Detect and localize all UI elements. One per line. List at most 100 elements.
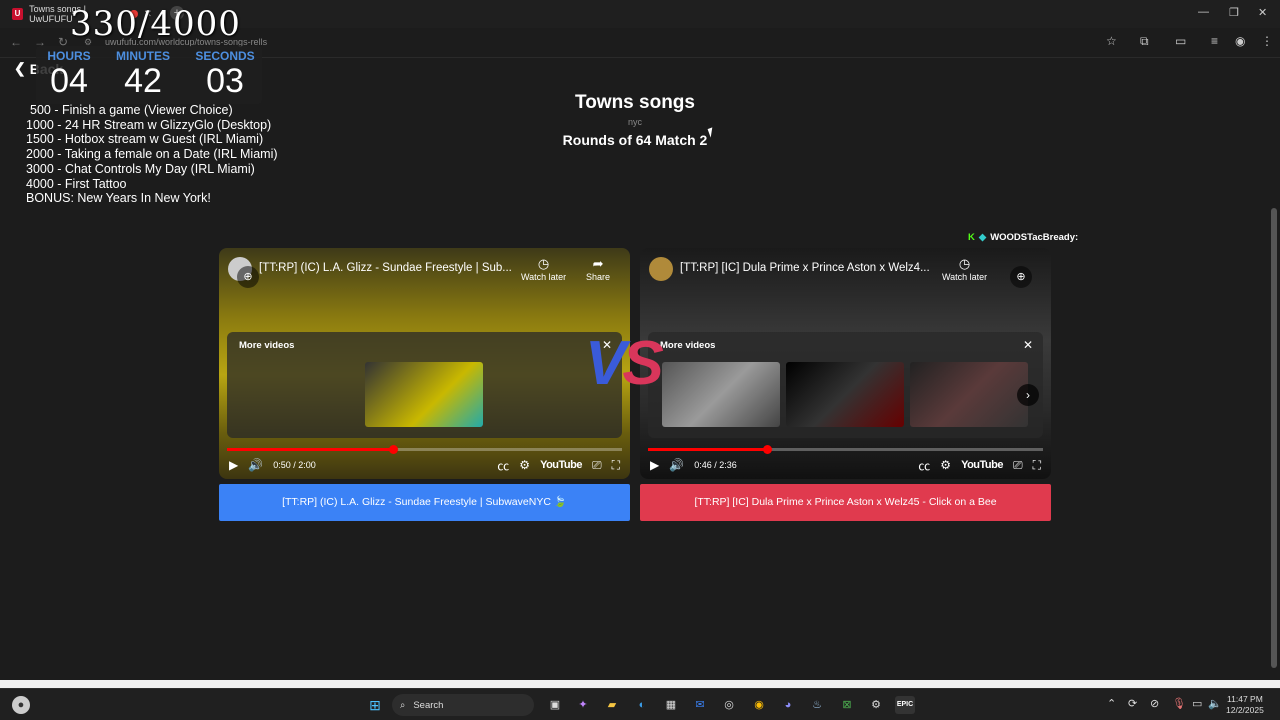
watch-later-button[interactable]: ◷ Watch later [521,256,566,282]
suggested-video-thumbnail[interactable] [365,362,483,427]
round-label: Rounds of 64 Match 2 [562,132,708,148]
chevron-up-icon[interactable]: ⌃ [1107,697,1116,710]
scrollbar-thumb[interactable] [1271,208,1277,668]
maximize-button[interactable]: ❐ [1229,6,1239,19]
settings-gear-icon[interactable]: ⚙ [519,458,530,472]
sub-goal-counter: 330/4000 [70,4,241,44]
uwufufu-favicon-icon: U [12,8,24,20]
sync-icon[interactable]: ⟳ [1128,697,1137,710]
search-label: Search [413,699,444,711]
cast-icon[interactable]: ⎚ [592,458,602,473]
split-view-icon[interactable]: ▭ [1175,34,1186,48]
back-arrow-icon[interactable]: ← [10,35,22,49]
watch-later-button[interactable]: ◷ Watch later [942,256,987,282]
profile-icon[interactable]: ◉ [1235,34,1245,48]
fullscreen-icon[interactable]: ⛶ [612,458,620,473]
gem-badge-icon: ◆ [978,232,987,243]
windows-taskbar: ● ⊞ ⌕ Search ▣ ✦ ▰ ◐ ▦ ✉ ◎ ◉ ◕ ♨ ⊠ ⚙ EPI… [0,688,1280,720]
match-heading: Towns songs nyc Rounds of 64 Match 2 [535,92,735,148]
store-icon[interactable]: ▦ [662,696,680,714]
goal-item: 3000 - Chat Controls My Day (IRL Miami) [26,161,255,176]
copilot-icon[interactable]: ✦ [574,696,592,714]
settings-gear-icon[interactable]: ⚙ [940,458,951,472]
windows-start-icon[interactable]: ⊞ [366,696,384,714]
chat-viewer-tag: K ◆ WOODSTacBready: [968,232,1078,243]
fullscreen-icon[interactable]: ⛶ [1033,458,1041,473]
suggested-video-thumbnail[interactable] [786,362,904,427]
display-icon[interactable]: ▭ [1192,697,1202,710]
suggested-video-thumbnail[interactable] [662,362,780,427]
youtube-logo[interactable]: YouTube [961,459,1003,471]
play-icon[interactable]: ▶ [229,458,238,472]
search-icon: ⌕ [400,699,406,711]
steam-icon[interactable]: ♨ [808,696,826,714]
volume-icon[interactable]: 🔊 [669,458,684,472]
epic-games-icon[interactable]: EPIC [895,696,915,714]
speaker-icon[interactable]: 🔈 [1208,697,1222,710]
zoom-in-icon[interactable]: ⊕ [237,266,259,288]
video-time: 0:50 / 2:00 [273,460,316,470]
choose-right-button[interactable]: [TT:RP] [IC] Dula Prime x Prince Aston x… [640,484,1051,521]
chevron-right-icon[interactable]: › [1017,384,1039,406]
xbox-icon[interactable]: ⊠ [838,696,856,714]
taskbar-search[interactable]: ⌕ Search [392,694,534,716]
video-player-right[interactable]: [TT:RP] [IC] Dula Prime x Prince Aston x… [640,248,1051,479]
video-time: 0:46 / 2:36 [694,460,737,470]
obs-icon[interactable]: ◎ [720,696,738,714]
player-controls: ▶ 🔊 0:50 / 2:00 ㏄ ⚙ YouTube ⎚ ⛶ [219,451,630,479]
goal-item: 1000 - 24 HR Stream w GlizzyGlo (Desktop… [26,117,272,132]
cast-icon[interactable]: ⎚ [1013,458,1023,473]
kick-icon: K [968,232,975,243]
timer-hours: HOURS 04 [47,49,91,100]
goal-item: 1500 - Hotbox stream w Guest (IRL Miami) [26,132,264,147]
task-view-icon[interactable]: ▣ [546,696,564,714]
clock-icon: ◷ [958,256,971,271]
vertical-scrollbar[interactable] [1270,58,1278,678]
goal-item: 2000 - Taking a female on a Date (IRL Mi… [26,147,278,162]
outlook-icon[interactable]: ✉ [691,696,709,714]
close-more-videos-icon[interactable]: ✕ [1023,338,1033,352]
horizontal-scrollbar[interactable] [0,680,1280,688]
microphone-icon[interactable]: 🎙 [1172,697,1186,710]
video-title[interactable]: [TT:RP] (IC) L.A. Glizz - Sundae Freesty… [259,262,517,274]
viewer-name: WOODSTacBready: [990,232,1079,243]
settings-gear-icon[interactable]: ⚙ [867,696,885,714]
captions-icon[interactable]: ㏄ [918,457,930,474]
page-subtitle: nyc [627,117,642,127]
chevron-left-icon: ❮ [14,60,26,76]
close-window-button[interactable]: ✕ [1258,6,1267,19]
captions-icon[interactable]: ㏄ [497,457,509,474]
discord-icon[interactable]: ◕ [779,696,797,714]
channel-avatar[interactable] [649,257,673,281]
media-icon[interactable]: ≡ [1211,34,1218,48]
more-videos-panel: More videos ✕ › [648,332,1043,438]
goal-item: 4000 - First Tattoo [26,176,127,191]
timer-seconds: SECONDS 03 [195,49,255,100]
subathon-timer: HOURS 04 MINUTES 42 SECONDS 03 [36,46,262,104]
player-controls: ▶ 🔊 0:46 / 2:36 ㏄ ⚙ YouTube ⎚ ⛶ [640,451,1051,479]
suggested-video-thumbnail[interactable] [910,362,1028,427]
zoom-in-icon[interactable]: ⊕ [1010,266,1032,288]
bookmark-star-icon[interactable]: ☆ [1106,34,1117,48]
extensions-icon[interactable]: ⧉ [1140,34,1149,49]
share-button[interactable]: ➦ Share [586,256,610,282]
volume-icon[interactable]: 🔊 [248,458,263,472]
chrome-icon[interactable]: ◉ [750,696,768,714]
widgets-icon[interactable]: ● [12,696,30,714]
menu-icon[interactable]: ⋮ [1261,34,1273,48]
clock-icon: ◷ [537,256,550,271]
page-title: Towns songs [575,92,695,113]
network-off-icon[interactable]: ⊘ [1150,697,1159,710]
goal-item: 500 - Finish a game (Viewer Choice) [30,103,233,117]
video-player-left[interactable]: [TT:RP] (IC) L.A. Glizz - Sundae Freesty… [219,248,630,479]
system-clock[interactable]: 11:47 PM 12/2/2025 [1226,694,1264,716]
video-title[interactable]: [TT:RP] [IC] Dula Prime x Prince Aston x… [680,262,938,274]
more-videos-panel: More videos ✕ [227,332,622,438]
youtube-logo[interactable]: YouTube [540,459,582,471]
choose-left-button[interactable]: [TT:RP] (IC) L.A. Glizz - Sundae Freesty… [219,484,630,521]
edge-icon[interactable]: ◐ [633,696,651,714]
minimize-button[interactable]: — [1198,6,1209,18]
file-explorer-icon[interactable]: ▰ [603,696,621,714]
goal-list: 500 - Finish a game (Viewer Choice) 1000… [26,103,278,206]
play-icon[interactable]: ▶ [650,458,659,472]
